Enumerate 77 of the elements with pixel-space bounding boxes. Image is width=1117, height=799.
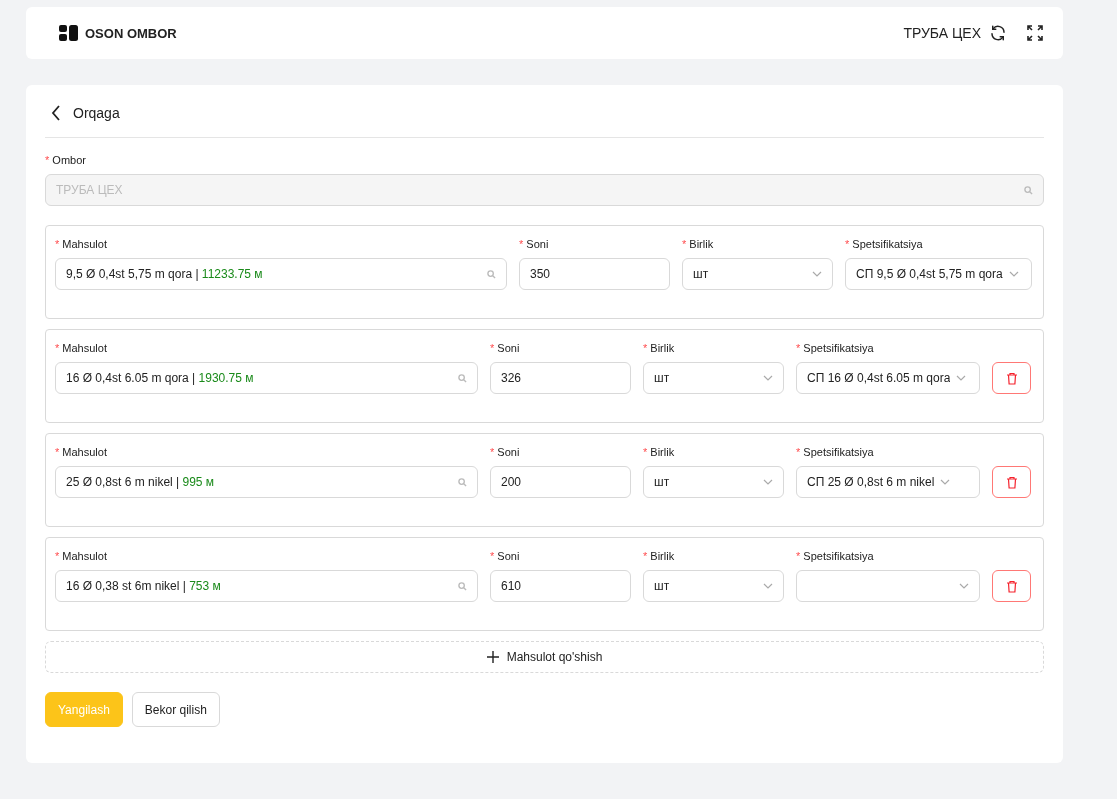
field-label: * Mahsulot bbox=[55, 342, 108, 354]
trash-icon bbox=[1005, 579, 1018, 593]
product-value: 16 Ø 0,38 st 6m nikel | 753 м bbox=[66, 579, 222, 593]
specification-select[interactable]: СП 16 Ø 0,4st 6.05 m qora bbox=[796, 362, 980, 394]
quantity-field[interactable]: 350 bbox=[519, 258, 670, 290]
field-label: * Soni bbox=[490, 342, 521, 354]
product-field[interactable]: 9,5 Ø 0,4st 5,75 m qora | 11233.75 м bbox=[55, 258, 507, 290]
specification-select[interactable]: СП 25 Ø 0,8st 6 m nikel bbox=[796, 466, 980, 498]
trash-icon bbox=[1005, 475, 1018, 489]
quantity-field[interactable]: 610 bbox=[490, 570, 631, 602]
quantity-field[interactable]: 200 bbox=[490, 466, 631, 498]
field-label: * Spetsifikatsiya bbox=[796, 342, 875, 354]
warehouse-value: ТРУБА ЦЕХ bbox=[56, 183, 124, 197]
quantity-value: 200 bbox=[501, 475, 523, 489]
chevron-down-icon bbox=[763, 479, 773, 485]
specification-select[interactable] bbox=[796, 570, 980, 602]
chevron-down-icon bbox=[956, 375, 967, 381]
unit-value: шт bbox=[693, 267, 710, 281]
search-icon bbox=[458, 477, 467, 487]
quantity-value: 610 bbox=[501, 579, 523, 593]
field-label: * Spetsifikatsiya bbox=[796, 446, 875, 458]
specification-value: СП 16 Ø 0,4st 6.05 m qora bbox=[807, 371, 951, 385]
trash-icon bbox=[1005, 371, 1018, 385]
field-label: * Soni bbox=[490, 550, 521, 562]
search-icon bbox=[1024, 185, 1033, 195]
field-label: * Spetsifikatsiya bbox=[796, 550, 875, 562]
product-value: 25 Ø 0,8st 6 m nikel | 995 м bbox=[66, 475, 216, 489]
field-label: * Spetsifikatsiya bbox=[845, 238, 924, 250]
quantity-value: 326 bbox=[501, 371, 523, 385]
chevron-down-icon bbox=[763, 375, 773, 381]
search-icon bbox=[487, 269, 496, 279]
quantity-value: 350 bbox=[530, 267, 552, 281]
logo-icon bbox=[59, 25, 79, 41]
warehouse-name: ТРУБА ЦЕХ bbox=[903, 25, 981, 41]
field-label: * Soni bbox=[490, 446, 521, 458]
specification-select[interactable]: СП 9,5 Ø 0,4st 5,75 m qora bbox=[845, 258, 1032, 290]
fullscreen-icon[interactable] bbox=[1027, 25, 1043, 41]
chevron-down-icon bbox=[812, 271, 822, 277]
specification-value: СП 25 Ø 0,8st 6 m nikel bbox=[807, 475, 935, 489]
unit-select[interactable]: шт bbox=[643, 570, 784, 602]
product-field[interactable]: 16 Ø 0,4st 6.05 m qora | 1930.75 м bbox=[55, 362, 478, 394]
chevron-down-icon bbox=[959, 583, 969, 589]
delete-button[interactable] bbox=[992, 362, 1031, 394]
chevron-down-icon bbox=[1008, 271, 1019, 277]
field-label: * Mahsulot bbox=[55, 238, 108, 250]
product-value: 16 Ø 0,4st 6.05 m qora | 1930.75 м bbox=[66, 371, 255, 385]
delete-button[interactable] bbox=[992, 466, 1031, 498]
product-value: 9,5 Ø 0,4st 5,75 m qora | 11233.75 м bbox=[66, 267, 264, 281]
delete-button[interactable] bbox=[992, 570, 1031, 602]
chevron-down-icon bbox=[763, 583, 773, 589]
specification-value: СП 9,5 Ø 0,4st 5,75 m qora bbox=[856, 267, 1003, 281]
product-field[interactable]: 16 Ø 0,38 st 6m nikel | 753 м bbox=[55, 570, 478, 602]
field-label: * Birlik bbox=[682, 238, 715, 250]
unit-value: шт bbox=[654, 579, 671, 593]
cancel-button[interactable]: Bekor qilish bbox=[131, 692, 220, 727]
logo-text: OSON OMBOR bbox=[85, 25, 177, 41]
unit-value: шт bbox=[654, 475, 671, 489]
field-label: * Birlik bbox=[643, 550, 676, 562]
field-label: * Mahsulot bbox=[55, 550, 108, 562]
search-icon bbox=[458, 581, 467, 591]
product-field[interactable]: 25 Ø 0,8st 6 m nikel | 995 м bbox=[55, 466, 478, 498]
field-label: * Birlik bbox=[643, 446, 676, 458]
back-link[interactable]: Orqaga bbox=[73, 105, 120, 121]
field-label: * Ombor bbox=[45, 154, 87, 166]
field-label: * Birlik bbox=[643, 342, 676, 354]
search-icon bbox=[458, 373, 467, 383]
field-label: * Mahsulot bbox=[55, 446, 108, 458]
plus-icon bbox=[486, 651, 499, 663]
unit-select[interactable]: шт bbox=[643, 466, 784, 498]
add-product-button[interactable]: Mahsulot qo'shish bbox=[45, 641, 1044, 673]
field-label: * Soni bbox=[519, 238, 550, 250]
unit-value: шт bbox=[654, 371, 671, 385]
unit-select[interactable]: шт bbox=[643, 362, 784, 394]
refresh-icon[interactable] bbox=[989, 24, 1007, 42]
unit-select[interactable]: шт bbox=[682, 258, 833, 290]
chevron-down-icon bbox=[940, 479, 951, 485]
quantity-field[interactable]: 326 bbox=[490, 362, 631, 394]
